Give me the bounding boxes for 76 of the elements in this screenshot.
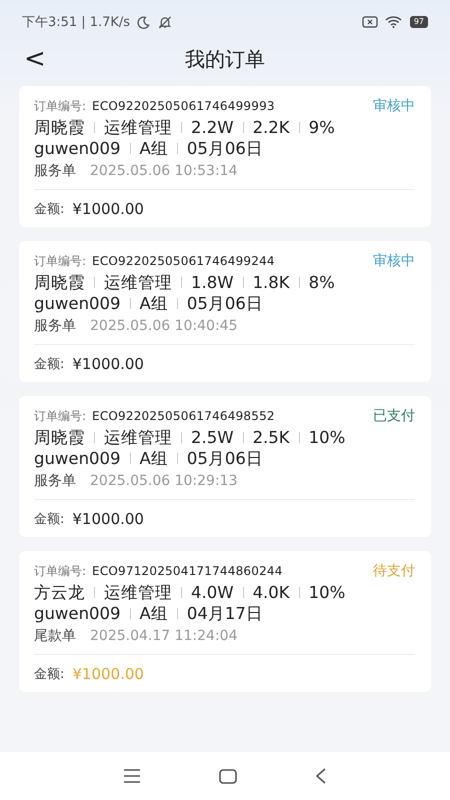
order-detail: 方云龙 [34,582,85,604]
order-detail: guwen009 [34,604,121,623]
order-card[interactable]: 订单编号: ECO92202505061746499244 审核中 周晓霞 运维管理 1.8W 1.8K 8% guwen009 A组 05月06日 服务单 2025.05.06 10:40:45 金额: ¥1000.00 [19,241,431,382]
order-type: 尾款单 [34,627,76,645]
order-number-label: 订单编号: [34,408,86,424]
amount-value: ¥1000.00 [72,355,144,373]
moon-icon [137,16,150,28]
battery-icon: 97 [410,16,428,28]
order-card[interactable]: 订单编号: ECO971202504171744860244 待支付 方云龙 运维管理 4.0W 4.0K 10% guwen009 A组 04月17日 尾款单 2025.04.17 11:24:04 金额: ¥1000.00 [19,551,431,692]
order-detail: 8% [308,273,335,292]
order-time: 2025.05.06 10:40:45 [90,318,238,334]
order-time: 2025.05.06 10:29:13 [90,473,238,489]
order-detail: 05月06日 [186,448,263,470]
order-detail: guwen009 [34,449,121,468]
order-detail: 2.5W [191,428,234,447]
order-status: 审核中 [373,252,415,270]
order-detail: 4.0K [252,583,290,602]
wifi-icon [384,16,402,28]
order-type: 服务单 [34,317,76,335]
order-time: 2025.04.17 11:24:04 [90,628,238,644]
back-icon[interactable] [315,768,327,784]
order-detail: 运维管理 [104,116,172,138]
amount-label: 金额: [34,511,64,528]
order-type: 服务单 [34,162,76,180]
order-detail: 05月06日 [186,292,263,314]
order-status: 审核中 [373,97,415,115]
order-number: ECO92202505061746499244 [92,254,275,268]
order-detail: 周晓霞 [34,116,85,138]
order-detail: 运维管理 [104,272,172,294]
amount-value: ¥1000.00 [72,200,144,218]
order-number: ECO971202504171744860244 [92,564,283,578]
order-detail: A组 [140,138,168,160]
order-detail: 运维管理 [104,426,172,448]
order-detail: 4.0W [191,583,234,602]
order-detail: A组 [140,292,168,314]
order-detail: guwen009 [34,294,121,313]
order-status: 已支付 [373,407,415,425]
order-type: 服务单 [34,472,76,490]
home-icon[interactable] [219,768,237,784]
amount-label: 金额: [34,356,64,373]
network-speed: | 1.7K/s [81,14,130,30]
muted-bell-icon [157,16,174,28]
order-detail: 2.2W [191,118,234,137]
order-detail: 周晓霞 [34,426,85,448]
order-number-label: 订单编号: [34,98,86,114]
order-card[interactable]: 订单编号: ECO92202505061746499993 审核中 周晓霞 运维管理 2.2W 2.2K 9% guwen009 A组 05月06日 服务单 2025.05.06 10:53:14 金额: ¥1000.00 [19,86,431,227]
menu-icon[interactable] [123,769,141,783]
order-time: 2025.05.06 10:53:14 [90,163,238,179]
order-detail: 10% [308,428,346,447]
order-number: ECO92202505061746498552 [92,409,275,423]
order-detail: A组 [140,448,168,470]
order-detail: 1.8W [191,273,234,292]
order-detail: 运维管理 [104,582,172,604]
order-number: ECO92202505061746499993 [92,99,275,113]
order-detail: 10% [308,583,346,602]
sim-card-icon [362,16,378,28]
amount-value: ¥1000.00 [72,665,144,683]
amount-value: ¥1000.00 [72,510,144,528]
page-title: 我的订单 [185,46,265,72]
order-card[interactable]: 订单编号: ECO92202505061746498552 已支付 周晓霞 运维管理 2.5W 2.5K 10% guwen009 A组 05月06日 服务单 2025.05.06 10:29:13 金额: ¥1000.00 [19,396,431,537]
order-number-label: 订单编号: [34,252,86,270]
order-detail: 04月17日 [186,602,263,624]
order-detail: 1.8K [252,273,290,292]
amount-label: 金额: [34,666,64,683]
order-number-label: 订单编号: [34,562,86,580]
order-detail: 2.2K [252,118,290,137]
amount-label: 金额: [34,201,64,218]
status-time: 下午3:51 [22,14,78,31]
order-detail: 9% [308,118,335,137]
order-detail: A组 [140,602,168,624]
order-status: 待支付 [373,562,415,580]
order-detail: 周晓霞 [34,272,85,294]
order-detail: 2.5K [252,428,290,447]
order-detail: 05月06日 [186,138,263,160]
back-button[interactable]: < [18,44,52,74]
order-detail: guwen009 [34,139,121,158]
